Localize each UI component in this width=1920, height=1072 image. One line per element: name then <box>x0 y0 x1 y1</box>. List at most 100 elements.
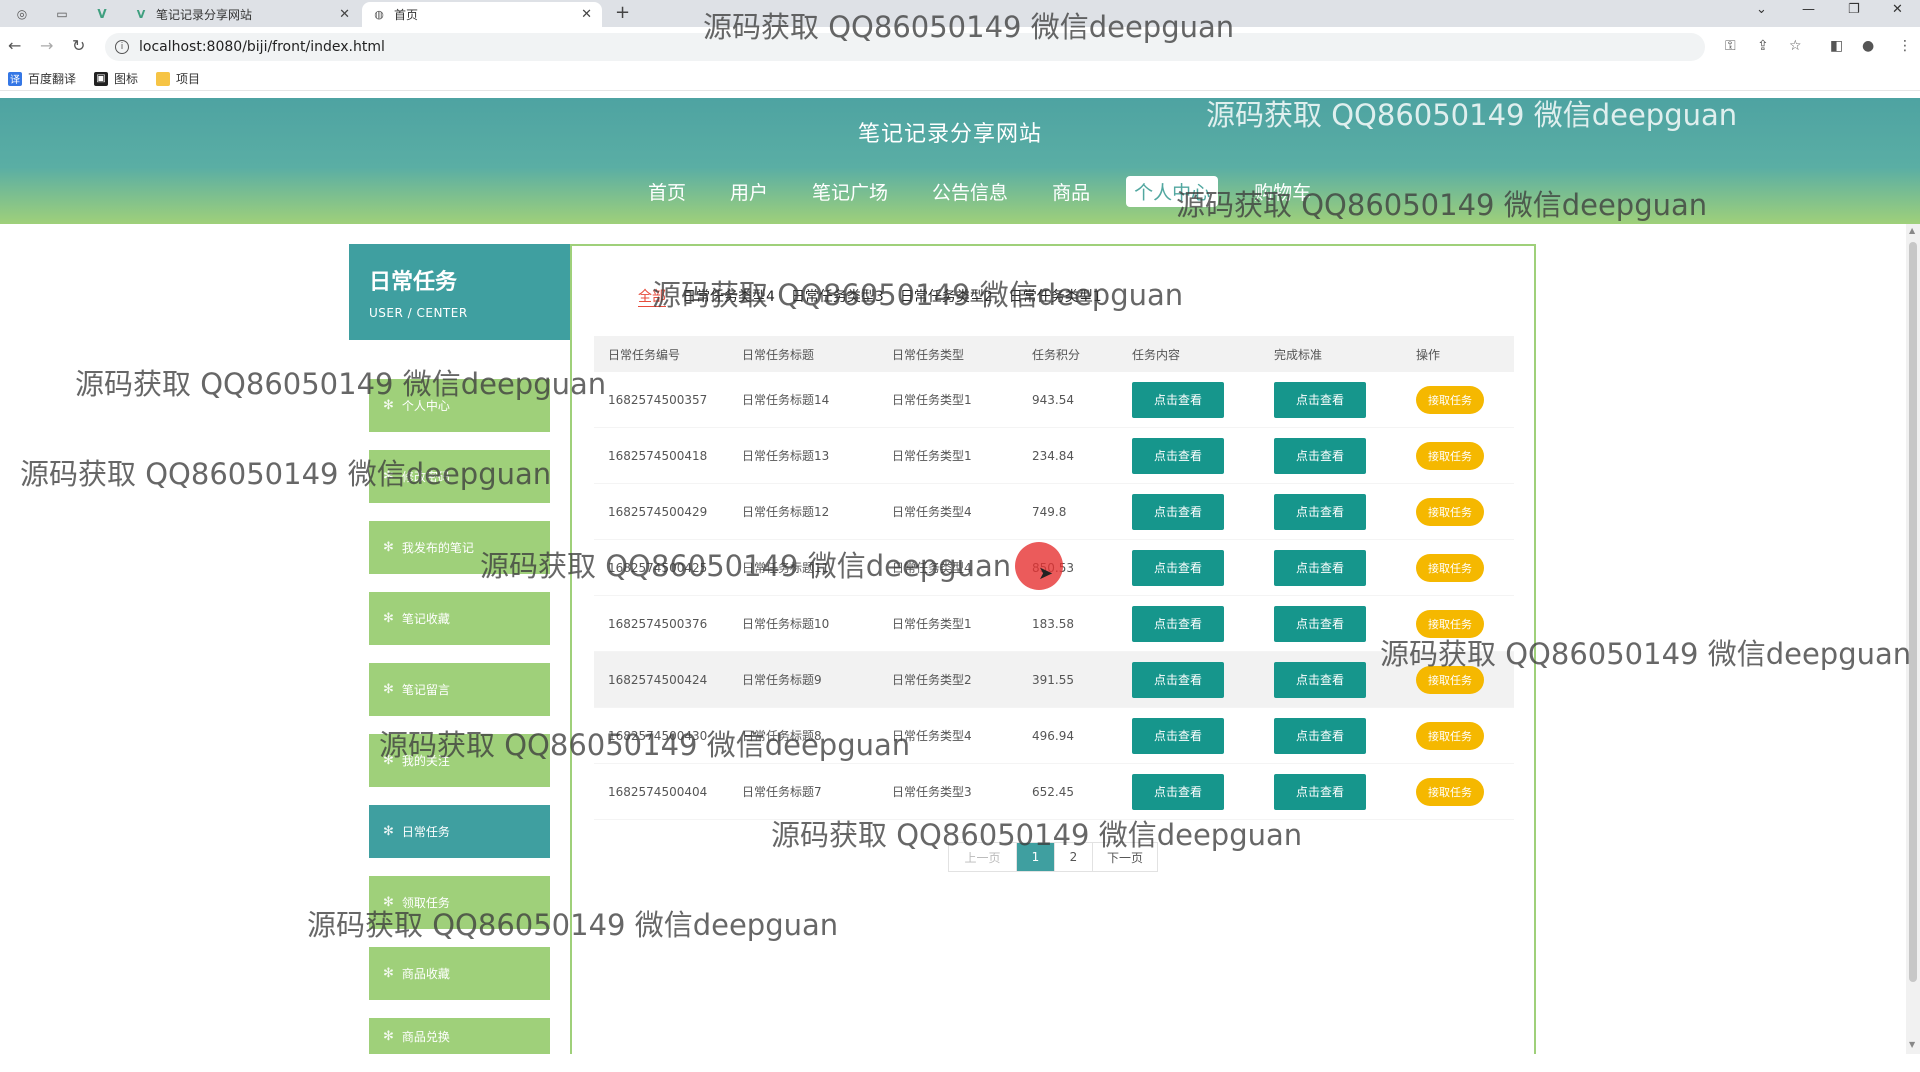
cell-id: 1682574500424 <box>608 672 708 687</box>
scrollbar-thumb[interactable] <box>1909 242 1917 982</box>
forward-icon[interactable]: → <box>40 36 53 55</box>
cell-title: 日常任务标题13 <box>742 449 830 463</box>
table-header: 日常任务编号 日常任务标题 日常任务类型 任务积分 任务内容 完成标准 操作 <box>594 336 1514 372</box>
cell-id: 1682574500376 <box>608 616 708 631</box>
sidebar-item-product-favorites[interactable]: ✻ 商品收藏 <box>369 947 550 1000</box>
close-tab-icon[interactable]: ✕ <box>339 7 350 22</box>
cell-type: 日常任务类型4 <box>892 729 972 743</box>
tab-site[interactable]: V 笔记记录分享网站 ✕ <box>124 2 360 27</box>
cell-points: 496.94 <box>1032 728 1074 743</box>
watermark: 源码获取 QQ86050149 微信deepguan <box>307 908 839 942</box>
sidebar-item-label: 我发布的笔记 <box>401 541 474 555</box>
tab-search-icon[interactable]: ◎ <box>8 4 36 24</box>
view-standard-button[interactable]: 点击查看 <box>1274 661 1366 698</box>
sidebar-header: 日常任务 USER / CENTER <box>349 244 570 340</box>
watermark: 源码获取 QQ86050149 微信deepguan <box>75 367 607 401</box>
sidebar-item-label: 笔记收藏 <box>401 612 450 626</box>
star-icon[interactable]: ☆ <box>1789 38 1802 54</box>
view-standard-button[interactable]: 点击查看 <box>1274 381 1366 418</box>
watermark: 源码获取 QQ86050149 微信deepguan <box>379 728 911 762</box>
table-row: 1682574500376 日常任务标题10 日常任务类型1 183.58 点击… <box>594 596 1514 652</box>
close-tab-icon[interactable]: ✕ <box>581 7 592 22</box>
view-content-button[interactable]: 点击查看 <box>1132 661 1224 698</box>
sidebar-item-label: 商品兑换 <box>401 1029 450 1044</box>
cell-title: 日常任务标题10 <box>742 617 830 631</box>
image-icon: ▣ <box>94 71 109 86</box>
new-tab-button[interactable]: + <box>615 2 630 23</box>
view-standard-button[interactable]: 点击查看 <box>1274 773 1366 810</box>
nav-products[interactable]: 商品 <box>1044 176 1098 207</box>
folder-icon <box>156 71 171 86</box>
menu-icon[interactable]: ⋮ <box>1898 38 1912 54</box>
cell-type: 日常任务类型1 <box>892 617 972 631</box>
table-row: 1682574500424 日常任务标题9 日常任务类型2 391.55 点击查… <box>594 652 1514 708</box>
reload-icon[interactable]: ↻ <box>72 36 85 55</box>
site-info-icon[interactable]: i <box>115 40 129 54</box>
col-header-points: 任务积分 <box>1032 347 1081 362</box>
scroll-down-icon[interactable]: ▼ <box>1909 1040 1915 1049</box>
snowflake-icon: ✻ <box>383 611 394 626</box>
back-icon[interactable]: ← <box>8 36 21 55</box>
mouse-cursor-icon: ➤ <box>1038 563 1054 584</box>
nav-users[interactable]: 用户 <box>722 176 776 207</box>
view-standard-button[interactable]: 点击查看 <box>1274 493 1366 530</box>
bookmark-icons[interactable]: ▣ 图标 <box>94 70 138 87</box>
view-content-button[interactable]: 点击查看 <box>1132 549 1224 586</box>
tab-list-chevron-icon[interactable]: ⌄ <box>1756 2 1767 17</box>
accept-task-button[interactable]: 接取任务 <box>1416 553 1484 582</box>
view-content-button[interactable]: 点击查看 <box>1132 437 1224 474</box>
cell-points: 749.8 <box>1032 504 1067 519</box>
view-content-button[interactable]: 点击查看 <box>1132 381 1224 418</box>
col-header-title: 日常任务标题 <box>742 347 815 362</box>
sidepanel-icon[interactable]: ◧ <box>1830 38 1843 54</box>
sidebar-item-note-favorites[interactable]: ✻ 笔记收藏 <box>369 592 550 645</box>
nav-note-square[interactable]: 笔记广场 <box>804 176 896 207</box>
table-row: 1682574500418 日常任务标题13 日常任务类型1 234.84 点击… <box>594 428 1514 484</box>
sidebar-title: 日常任务 <box>369 270 458 295</box>
accept-task-button[interactable]: 接取任务 <box>1416 497 1484 526</box>
cell-title: 日常任务标题12 <box>742 505 830 519</box>
tab-title: 笔记记录分享网站 <box>156 8 253 22</box>
cell-points: 391.55 <box>1032 672 1074 687</box>
sidebar-item-note-comments[interactable]: ✻ 笔记留言 <box>369 663 550 716</box>
bookmark-baidu-translate[interactable]: 译 百度翻译 <box>8 70 76 87</box>
view-standard-button[interactable]: 点击查看 <box>1274 605 1366 642</box>
accept-task-button[interactable]: 接取任务 <box>1416 777 1484 806</box>
minimize-button[interactable]: — <box>1802 2 1815 17</box>
watermark: 源码获取 QQ86050149 微信deepguan <box>20 457 552 491</box>
vue-tab-icon[interactable]: V <box>88 4 116 24</box>
tab-group-icon[interactable]: ▭ <box>48 4 76 24</box>
view-content-button[interactable]: 点击查看 <box>1132 717 1224 754</box>
view-content-button[interactable]: 点击查看 <box>1132 773 1224 810</box>
url-text: localhost:8080/biji/front/index.html <box>139 39 385 55</box>
accept-task-button[interactable]: 接取任务 <box>1416 441 1484 470</box>
cell-points: 943.54 <box>1032 392 1074 407</box>
close-window-button[interactable]: ✕ <box>1892 2 1903 17</box>
cell-points: 234.84 <box>1032 448 1074 463</box>
cell-points: 652.45 <box>1032 784 1074 799</box>
watermark: 源码获取 QQ86050149 微信deepguan <box>1206 98 1738 132</box>
nav-home[interactable]: 首页 <box>640 176 694 207</box>
view-content-button[interactable]: 点击查看 <box>1132 605 1224 642</box>
view-standard-button[interactable]: 点击查看 <box>1274 437 1366 474</box>
cell-type: 日常任务类型1 <box>892 393 972 407</box>
scroll-up-icon[interactable]: ▲ <box>1909 226 1915 235</box>
view-standard-button[interactable]: 点击查看 <box>1274 717 1366 754</box>
sidebar-item-label: 笔记留言 <box>401 683 450 697</box>
restore-button[interactable]: ❐ <box>1848 2 1860 17</box>
profile-icon[interactable]: ● <box>1862 38 1874 54</box>
col-header-standard: 完成标准 <box>1274 347 1323 362</box>
tab-home[interactable]: ◍ 首页 ✕ <box>362 2 602 27</box>
sidebar-item-daily-tasks[interactable]: ✻ 日常任务 <box>369 805 550 858</box>
cell-id: 1682574500429 <box>608 504 708 519</box>
key-icon[interactable]: ⚿ <box>1725 38 1736 54</box>
accept-task-button[interactable]: 接取任务 <box>1416 385 1484 414</box>
accept-task-button[interactable]: 接取任务 <box>1416 721 1484 750</box>
view-standard-button[interactable]: 点击查看 <box>1274 549 1366 586</box>
view-content-button[interactable]: 点击查看 <box>1132 493 1224 530</box>
nav-announcements[interactable]: 公告信息 <box>924 176 1016 207</box>
sidebar-item-product-exchange[interactable]: ✻ 商品兑换 <box>369 1018 550 1054</box>
cell-id: 1682574500357 <box>608 392 708 407</box>
bookmark-project[interactable]: 项目 <box>156 70 200 87</box>
share-icon[interactable]: ⇪ <box>1757 38 1769 54</box>
